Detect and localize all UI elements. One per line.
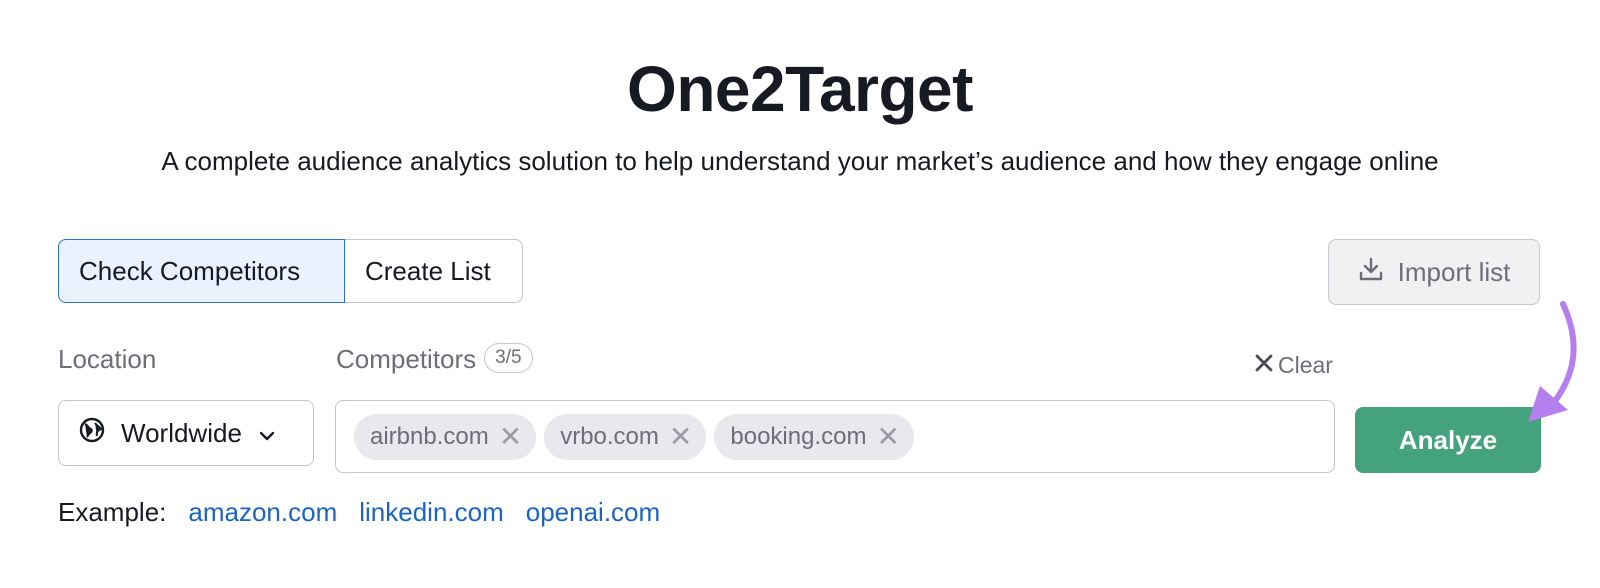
location-value: Worldwide [121,417,242,448]
chip-label: vrbo.com [560,422,659,450]
page-title: One2Target [627,53,973,125]
example-link-openai[interactable]: openai.com [526,497,660,528]
download-icon [1358,256,1384,289]
tab-create-list[interactable]: Create List [345,239,523,303]
example-link-linkedin[interactable]: linkedin.com [359,497,504,528]
close-icon [1254,352,1274,379]
annotation-arrow-icon [1528,301,1577,422]
example-link-amazon[interactable]: amazon.com [188,497,337,528]
import-list-label: Import list [1397,256,1511,287]
competitor-chip: airbnb.com ✕ [354,413,537,460]
competitor-chip: booking.com ✕ [714,413,914,460]
competitor-chip: vrbo.com ✕ [544,413,707,460]
chevron-down-icon [258,418,276,449]
import-list-button[interactable]: Import list [1328,239,1540,305]
example-label: Example: [58,497,167,527]
chip-label: airbnb.com [370,422,489,450]
analyze-button[interactable]: Analyze [1355,407,1541,473]
location-label: Location [58,344,157,374]
tab-check-competitors[interactable]: Check Competitors [58,239,345,303]
examples-row: Example: amazon.com linkedin.com openai.… [58,497,660,528]
competitors-count-badge: 3/5 [484,343,533,374]
page-subtitle: A complete audience analytics solution t… [161,146,1439,176]
mode-tabs: Check Competitors Create List [58,239,523,305]
clear-button[interactable]: Clear [1254,352,1333,379]
competitors-label-group: Competitors 3/5 [336,343,533,376]
chip-label: booking.com [730,422,867,450]
location-select[interactable]: Worldwide [58,400,314,466]
globe-icon [79,417,105,450]
competitors-label: Competitors [336,344,477,374]
clear-label: Clear [1278,352,1333,378]
remove-chip-icon[interactable]: ✕ [669,422,692,451]
competitors-input[interactable]: airbnb.com ✕ vrbo.com ✕ booking.com ✕ [335,400,1335,473]
remove-chip-icon[interactable]: ✕ [499,422,522,451]
remove-chip-icon[interactable]: ✕ [876,422,899,451]
